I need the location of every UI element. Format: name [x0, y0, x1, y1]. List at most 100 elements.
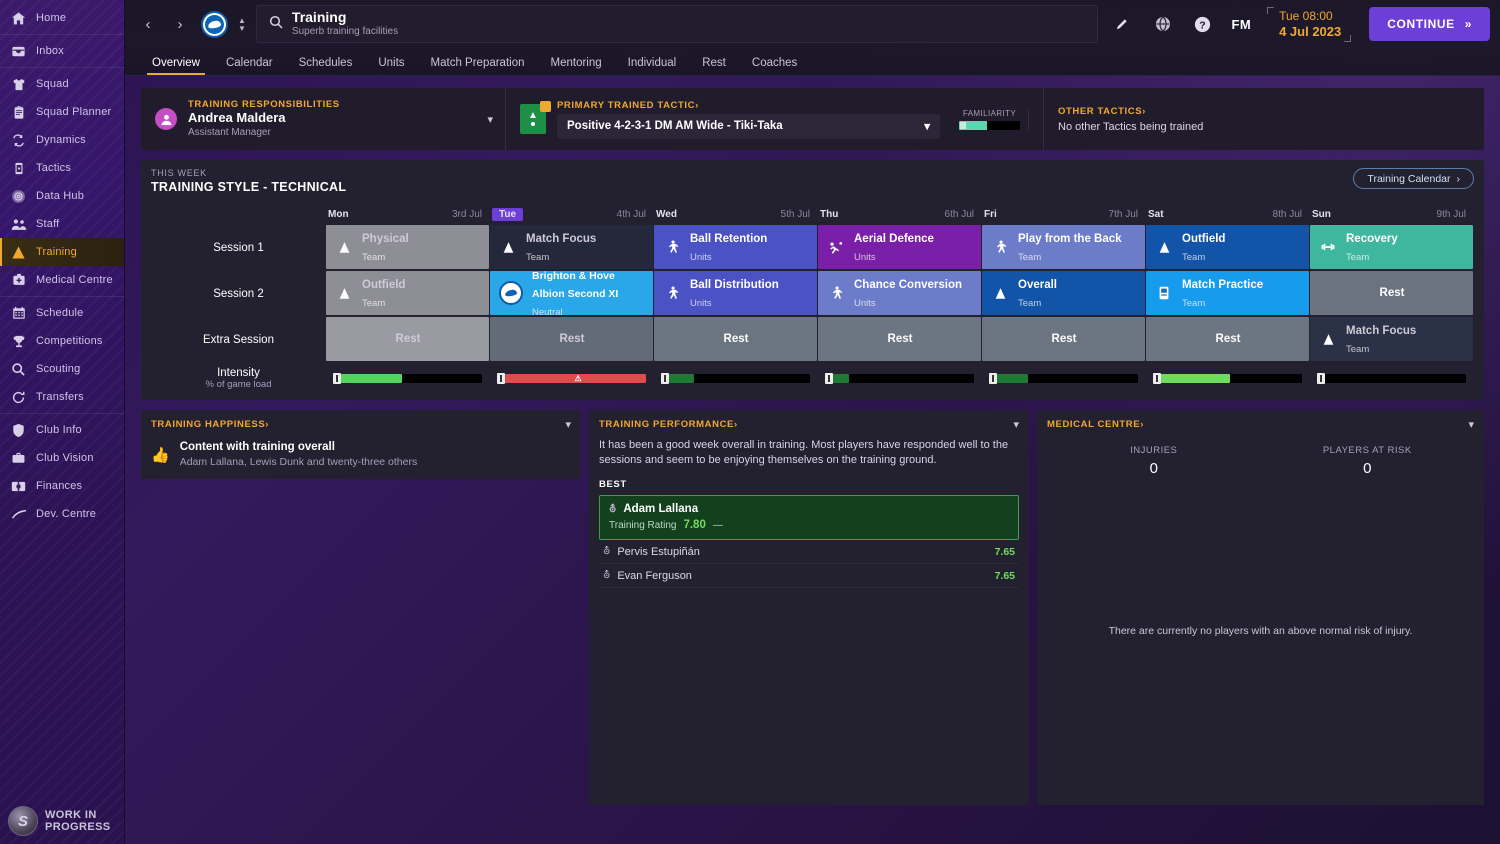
sidebar-item-inbox[interactable]: Inbox — [0, 37, 124, 65]
tab-coaches[interactable]: Coaches — [739, 57, 810, 75]
tab-rest[interactable]: Rest — [689, 57, 739, 75]
training-session-cell[interactable]: Rest — [654, 317, 817, 361]
team-switcher-stepper[interactable]: ▲ ▼ — [238, 16, 246, 32]
training-responsibilities-selector[interactable]: TRAINING RESPONSIBILITIES Andrea Maldera… — [141, 88, 506, 150]
sidebar-item-finances[interactable]: Finances — [0, 472, 124, 500]
training-session-cell[interactable]: Match Practice Team — [1146, 271, 1309, 315]
other-tactics-label[interactable]: OTHER TACTICS› — [1058, 106, 1470, 117]
sidebar-item-club-info[interactable]: Club Info — [0, 416, 124, 444]
intensity-handle[interactable] — [989, 373, 997, 384]
help-icon[interactable]: ? — [1188, 9, 1218, 39]
sidebar-item-dev-centre[interactable]: Dev. Centre — [0, 500, 124, 528]
session-sub: Team — [362, 252, 386, 263]
training-performance-label[interactable]: TRAINING PERFORMANCE› — [599, 419, 738, 430]
search-bar[interactable]: Training Superb training facilities — [255, 5, 1098, 43]
primary-tactic-select[interactable]: Positive 4-2-3-1 DM AM Wide - Tiki-Taka … — [557, 113, 940, 139]
day-header-fri: Fri 7th Jul — [982, 206, 1146, 225]
training-session-cell[interactable]: Overall Team — [982, 271, 1145, 315]
sidebar-item-schedule[interactable]: Schedule — [0, 299, 124, 327]
training-session-cell[interactable]: Play from the Back Team — [982, 225, 1145, 269]
sidebar-item-squad-planner[interactable]: Squad Planner — [0, 98, 124, 126]
intensity-cell[interactable] — [1310, 367, 1473, 390]
training-session-cell[interactable]: Recovery Team — [1310, 225, 1473, 269]
primary-tactic-label[interactable]: PRIMARY TRAINED TACTIC› — [557, 100, 940, 111]
training-session-cell[interactable]: Chance Conversion Units — [818, 271, 981, 315]
intensity-handle[interactable] — [661, 373, 669, 384]
training-session-cell[interactable]: Ball Distribution Units — [654, 271, 817, 315]
training-session-cell[interactable]: Aerial Defence Units — [818, 225, 981, 269]
shield-icon — [10, 422, 27, 439]
tab-calendar[interactable]: Calendar — [213, 57, 286, 75]
continue-button[interactable]: CONTINUE » — [1369, 7, 1490, 41]
intensity-bar[interactable]: ⚠ — [497, 373, 646, 384]
tab-individual[interactable]: Individual — [615, 57, 690, 75]
training-session-cell[interactable]: Match Focus Team — [1310, 317, 1473, 361]
training-session-cell[interactable]: Rest — [818, 317, 981, 361]
tab-match-preparation[interactable]: Match Preparation — [418, 57, 538, 75]
globe-icon[interactable] — [1148, 9, 1178, 39]
grid-corner — [151, 206, 326, 225]
training-session-cell[interactable]: Rest — [326, 317, 489, 361]
training-session-cell[interactable]: Rest — [1310, 271, 1473, 315]
sidebar-item-medical-centre[interactable]: Medical Centre — [0, 266, 124, 294]
sidebar-item-training[interactable]: Training — [0, 238, 124, 266]
intensity-cell[interactable] — [1146, 367, 1309, 390]
performance-player-row[interactable]: ⛢ Pervis Estupiñán 7.65 — [599, 540, 1019, 564]
intensity-handle[interactable] — [497, 373, 505, 384]
best-player-card[interactable]: ⛢ Adam Lallana Training Rating 7.80 — — [599, 495, 1019, 540]
tab-schedules[interactable]: Schedules — [286, 57, 366, 75]
intensity-handle[interactable] — [1153, 373, 1161, 384]
intensity-bar[interactable] — [989, 373, 1138, 384]
sidebar-item-staff[interactable]: Staff — [0, 210, 124, 238]
intensity-bar[interactable] — [825, 373, 974, 384]
session-row-label: Session 1 — [213, 242, 264, 254]
tab-units[interactable]: Units — [365, 57, 417, 75]
training-calendar-button[interactable]: Training Calendar › — [1353, 168, 1474, 189]
responsibilities-bar: TRAINING RESPONSIBILITIES Andrea Maldera… — [141, 88, 1484, 150]
chevron-down-icon[interactable]: ▾ — [1468, 418, 1474, 431]
chevron-down-icon[interactable]: ▾ — [565, 418, 571, 431]
training-session-cell[interactable]: Physical Team — [326, 225, 489, 269]
intensity-cell[interactable] — [982, 367, 1145, 390]
edit-pencil-icon[interactable] — [1108, 9, 1138, 39]
tab-mentoring[interactable]: Mentoring — [538, 57, 615, 75]
intensity-cell[interactable] — [654, 367, 817, 390]
medical-centre-label[interactable]: MEDICAL CENTRE› — [1047, 419, 1144, 430]
sidebar-item-label: Club Info — [36, 424, 82, 436]
sidebar-item-squad[interactable]: Squad — [0, 70, 124, 98]
intensity-handle[interactable] — [333, 373, 341, 384]
intensity-cell[interactable]: ⚠ — [490, 367, 653, 390]
training-session-cell[interactable]: Rest — [490, 317, 653, 361]
performance-player-row[interactable]: ⛢ Evan Ferguson 7.65 — [599, 564, 1019, 588]
intensity-handle[interactable] — [825, 373, 833, 384]
sidebar-item-competitions[interactable]: Competitions — [0, 327, 124, 355]
brighton-crest-icon[interactable] — [201, 10, 228, 38]
sidebar-item-club-vision[interactable]: Club Vision — [0, 444, 124, 472]
sidebar-item-scouting[interactable]: Scouting — [0, 355, 124, 383]
training-session-cell[interactable]: Ball Retention Units — [654, 225, 817, 269]
back-button[interactable]: ‹ — [137, 11, 159, 37]
training-session-cell[interactable]: Outfield Team — [1146, 225, 1309, 269]
sidebar-item-transfers[interactable]: Transfers — [0, 383, 124, 411]
tab-overview[interactable]: Overview — [139, 57, 213, 75]
training-session-cell[interactable]: Match Focus Team — [490, 225, 653, 269]
intensity-bar[interactable] — [333, 373, 482, 384]
intensity-bar[interactable] — [1317, 373, 1466, 384]
intensity-cell[interactable] — [818, 367, 981, 390]
intensity-bar[interactable] — [1153, 373, 1302, 384]
training-session-cell[interactable]: Brighton & Hove Albion Second XI Neutral — [490, 270, 653, 318]
training-session-cell[interactable]: Rest — [982, 317, 1145, 361]
intensity-handle[interactable] — [1317, 373, 1325, 384]
sidebar-item-data-hub[interactable]: Data Hub — [0, 182, 124, 210]
sidebar-item-tactics[interactable]: Tactics — [0, 154, 124, 182]
chevron-down-icon[interactable]: ▾ — [1013, 418, 1019, 431]
training-session-cell[interactable]: Rest — [1146, 317, 1309, 361]
training-session-cell[interactable]: Outfield Team — [326, 271, 489, 315]
intensity-bar[interactable] — [661, 373, 810, 384]
training-happiness-label[interactable]: TRAINING HAPPINESS› — [151, 419, 269, 430]
sidebar-item-home[interactable]: Home — [0, 4, 124, 32]
forward-button[interactable]: › — [169, 11, 191, 37]
intensity-cell[interactable] — [326, 367, 489, 390]
sidebar-item-dynamics[interactable]: Dynamics — [0, 126, 124, 154]
happiness-row[interactable]: 👍 Content with training overall Adam Lal… — [151, 440, 571, 469]
